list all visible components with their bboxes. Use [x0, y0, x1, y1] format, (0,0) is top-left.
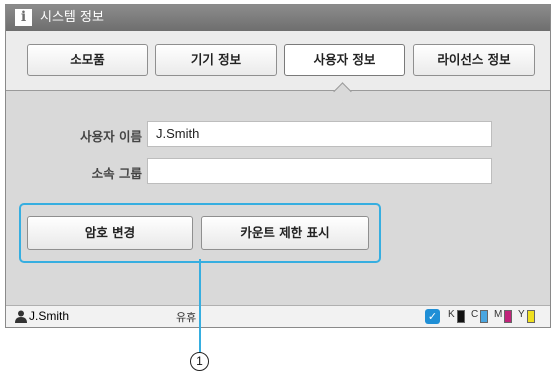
- callout-number: 1: [190, 352, 209, 371]
- ink-c-label: C: [471, 309, 479, 320]
- ink-y-level: [527, 310, 535, 323]
- title-bar: i 시스템 정보: [6, 5, 550, 31]
- ink-status-icon: ✓: [425, 309, 440, 324]
- tab-consumables[interactable]: 소모품: [27, 44, 148, 76]
- status-bar: J.Smith 유휴 ✓ K C M Y: [6, 305, 550, 327]
- ink-k-level: [457, 310, 465, 323]
- callout-line: [199, 259, 201, 352]
- ink-y-label: Y: [518, 309, 525, 320]
- user-icon: [15, 310, 27, 323]
- ink-m-level: [504, 310, 512, 323]
- ink-k-label: K: [448, 309, 455, 320]
- status-user-name: J.Smith: [29, 309, 70, 323]
- window-title: 시스템 정보: [40, 10, 104, 25]
- ink-c-level: [480, 310, 488, 323]
- tab-user-info[interactable]: 사용자 정보: [284, 44, 405, 76]
- group-field: [147, 158, 492, 184]
- tab-license-info[interactable]: 라이선스 정보: [413, 44, 535, 76]
- system-info-screen: i 시스템 정보 소모품 기기 정보 사용자 정보 라이선스 정보 사용자 이름…: [5, 4, 551, 328]
- group-label: 소속 그룹: [91, 166, 142, 181]
- tab-device-info[interactable]: 기기 정보: [155, 44, 277, 76]
- count-limit-button[interactable]: 카운트 제한 표시: [201, 216, 369, 250]
- ink-m-label: M: [494, 309, 503, 320]
- user-name-field: J.Smith: [147, 121, 492, 147]
- tab-bar: 소모품 기기 정보 사용자 정보 라이선스 정보: [6, 31, 550, 91]
- info-icon: i: [15, 9, 32, 26]
- status-text: 유휴: [176, 311, 197, 324]
- change-password-button[interactable]: 암호 변경: [27, 216, 193, 250]
- user-name-label: 사용자 이름: [80, 129, 142, 144]
